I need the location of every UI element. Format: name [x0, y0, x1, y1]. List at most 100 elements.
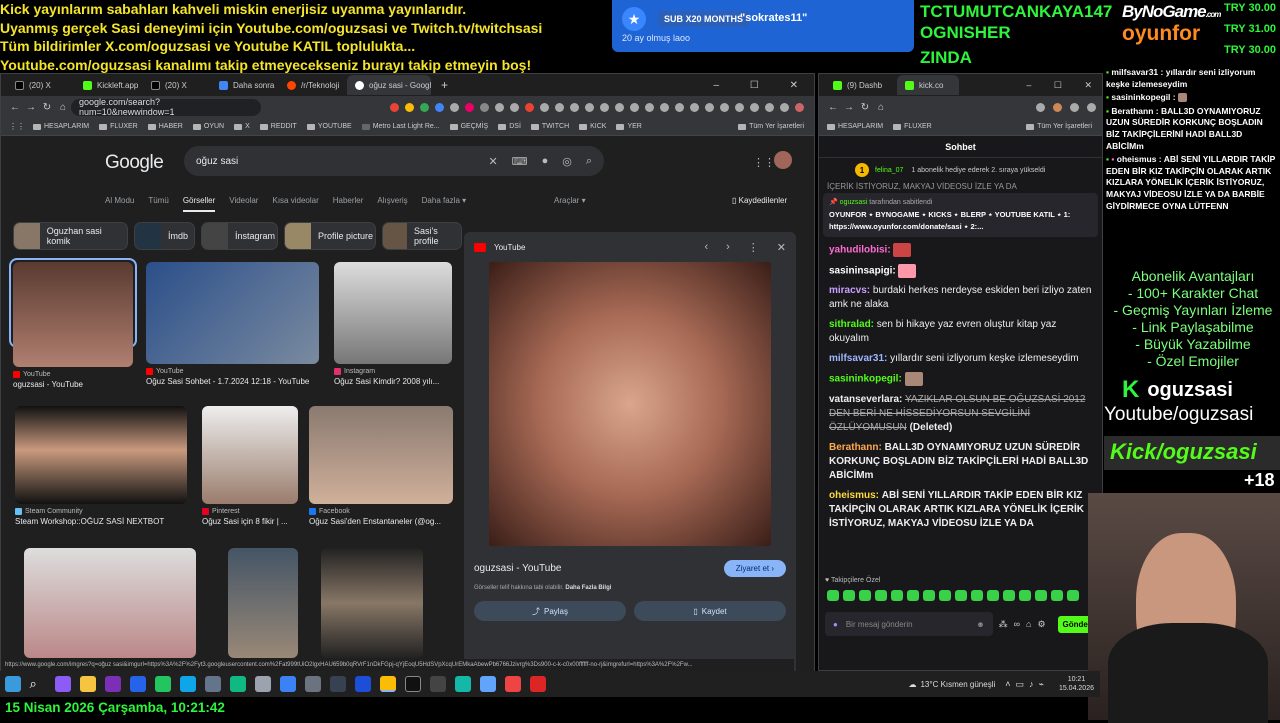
bookmark[interactable]: FLUXER	[99, 123, 138, 130]
bookmark[interactable]: KICK	[579, 123, 606, 130]
app-icon[interactable]	[254, 676, 271, 692]
forward-icon[interactable]: →	[23, 102, 39, 113]
onenote-icon[interactable]	[104, 676, 121, 692]
search-icon[interactable]: ⌕	[30, 676, 46, 692]
edge-icon[interactable]	[179, 676, 196, 692]
tools-button[interactable]: Araçlar ▾	[554, 196, 586, 205]
reload-icon[interactable]: ↻	[39, 102, 55, 113]
learn-more-link[interactable]: Daha Fazla Bilgi	[565, 585, 611, 591]
bookmark[interactable]: Metro Last Light Re...	[361, 123, 440, 130]
keyboard-icon[interactable]: ⌨	[512, 155, 528, 168]
filter-chip[interactable]: Sasi's profile	[382, 222, 462, 250]
obs-icon[interactable]	[529, 676, 546, 692]
bookmark[interactable]: YER	[616, 123, 642, 130]
image-result[interactable]	[228, 548, 298, 658]
tab-shorts[interactable]: Kısa videolar	[272, 196, 318, 212]
new-tab-icon[interactable]: +	[441, 78, 448, 92]
tab-shopping[interactable]: Alışveriş	[377, 196, 407, 212]
prev-icon[interactable]: ‹	[704, 241, 708, 254]
back-icon[interactable]: ←	[7, 102, 23, 113]
chat-input[interactable]: ● Bir mesaj gönderin ☻	[825, 612, 993, 636]
bookmark[interactable]: YOUTUBE	[306, 123, 352, 130]
chrome-icon[interactable]	[379, 676, 396, 692]
mic-icon[interactable]: ●	[542, 155, 549, 168]
bookmark[interactable]: OYUN	[192, 123, 224, 130]
url-field[interactable]: google.com/search?num=10&newwindow=1	[71, 97, 261, 117]
bookmark[interactable]: HESAPLARIM	[33, 123, 89, 130]
search-input[interactable]: oğuz sasi ✕ ⌨ ● ◎ ⌕	[184, 146, 604, 176]
tray-icons[interactable]: ˄▭♪⌁	[1005, 679, 1049, 690]
save-button[interactable]: ▯ Kaydet	[634, 601, 786, 621]
search-icon[interactable]: ⌕	[586, 155, 592, 168]
app-icon[interactable]	[429, 676, 446, 692]
preview-image[interactable]	[489, 262, 771, 546]
apps-grid-icon[interactable]: ⋮⋮	[753, 156, 775, 169]
tab-more[interactable]: Daha fazla ▾	[422, 196, 466, 212]
browser-tab[interactable]: Kickleft.app - Kick Chat	[75, 75, 141, 95]
app-icon[interactable]	[354, 676, 371, 692]
chat-tools-icons[interactable]: ⁂∞⌂⚙	[999, 619, 1052, 630]
vivaldi-icon[interactable]	[504, 676, 521, 692]
image-result[interactable]: YouTube Oğuz Sasi Sohbet - 1.7.2024 12:1…	[146, 262, 319, 386]
emote-row[interactable]	[819, 584, 1102, 610]
browser-tab-active[interactable]: kick.co	[897, 75, 959, 95]
visit-button[interactable]: Ziyaret et ›	[723, 560, 786, 577]
image-result[interactable]: Steam Community Steam Workshop::OĞUZ SAS…	[15, 406, 187, 526]
filter-chip[interactable]: İmdb	[134, 222, 195, 250]
forward-icon[interactable]: →	[841, 102, 857, 113]
extension-icons[interactable]	[261, 102, 808, 112]
lens-icon[interactable]: ◎	[562, 155, 572, 168]
close-icon[interactable]: ✕	[777, 241, 786, 254]
app-icon[interactable]	[304, 676, 321, 692]
image-result[interactable]: Pinterest Oğuz Sasi için 8 fikir | ...	[202, 406, 298, 526]
window-controls[interactable]: – ☐ ✕	[1026, 80, 1102, 91]
app-icon[interactable]	[54, 676, 71, 692]
image-result[interactable]	[24, 548, 196, 658]
app-icon[interactable]	[154, 676, 171, 692]
bookmark[interactable]: REDDIT	[259, 123, 297, 130]
all-bookmarks[interactable]: Tüm Yer İşaretleri	[1026, 123, 1092, 130]
avatar[interactable]	[774, 151, 792, 169]
bookmark[interactable]: FLUXER	[893, 123, 932, 130]
browser-tab-active[interactable]: oğuz sasi - Google'da	[347, 75, 431, 95]
bookmark[interactable]: HABER	[147, 123, 183, 130]
bookmark[interactable]: TWITCH	[530, 123, 569, 130]
saved-button[interactable]: ▯ Kaydedilenler	[732, 196, 787, 205]
home-icon[interactable]: ⌂	[55, 102, 71, 113]
app-icon[interactable]	[404, 676, 421, 692]
camera-icon[interactable]	[204, 676, 221, 692]
tab-ai-mode[interactable]: Al Modu	[105, 196, 134, 212]
bookmark[interactable]: DSİ	[498, 123, 521, 130]
image-result[interactable]: YouTube oguzsasi - YouTube	[9, 258, 137, 389]
filter-chip[interactable]: Oguzhan sasi komik	[13, 222, 128, 250]
browser-tab[interactable]: (20) X	[143, 75, 209, 95]
more-icon[interactable]: ⋮	[748, 241, 759, 254]
browser-tab[interactable]: Daha sonra oku	[211, 75, 277, 95]
app-icon[interactable]	[279, 676, 296, 692]
filter-chip[interactable]: İnstagram	[201, 222, 278, 250]
folder-icon[interactable]	[79, 676, 96, 692]
app-icon[interactable]	[329, 676, 346, 692]
home-icon[interactable]: ⌂	[873, 102, 889, 113]
tab-images[interactable]: Görseller	[182, 196, 216, 212]
image-result[interactable]	[321, 548, 423, 658]
bookmark[interactable]: HESAPLARIM	[827, 123, 883, 130]
taskbar-clock[interactable]: 10:21 15.04.2026	[1059, 675, 1094, 693]
app-icon[interactable]	[129, 676, 146, 692]
app-icon[interactable]	[454, 676, 471, 692]
browser-tab[interactable]: /r/Teknoloji	[279, 75, 345, 95]
share-button[interactable]: ⤴ Paylaş	[474, 601, 626, 621]
tab-all[interactable]: Tümü	[148, 196, 168, 212]
tab-videos[interactable]: Videolar	[229, 196, 258, 212]
reload-icon[interactable]: ↻	[857, 102, 873, 113]
all-bookmarks[interactable]: Tüm Yer İşaretleri	[738, 123, 804, 130]
browser-tab[interactable]: (9) Dashb	[825, 75, 895, 95]
browser-tab[interactable]: (20) X	[7, 75, 73, 95]
window-controls[interactable]: – ☐ ✕	[714, 80, 814, 91]
next-icon[interactable]: ›	[726, 241, 730, 254]
windows-start-icon[interactable]	[4, 676, 21, 692]
extension-icons[interactable]	[1036, 102, 1096, 112]
clear-icon[interactable]: ✕	[488, 155, 497, 168]
image-result[interactable]: Instagram Oğuz Sasi Kimdir? 2008 yılı...	[334, 262, 452, 386]
bookmark[interactable]: GEÇMİŞ	[449, 123, 488, 130]
